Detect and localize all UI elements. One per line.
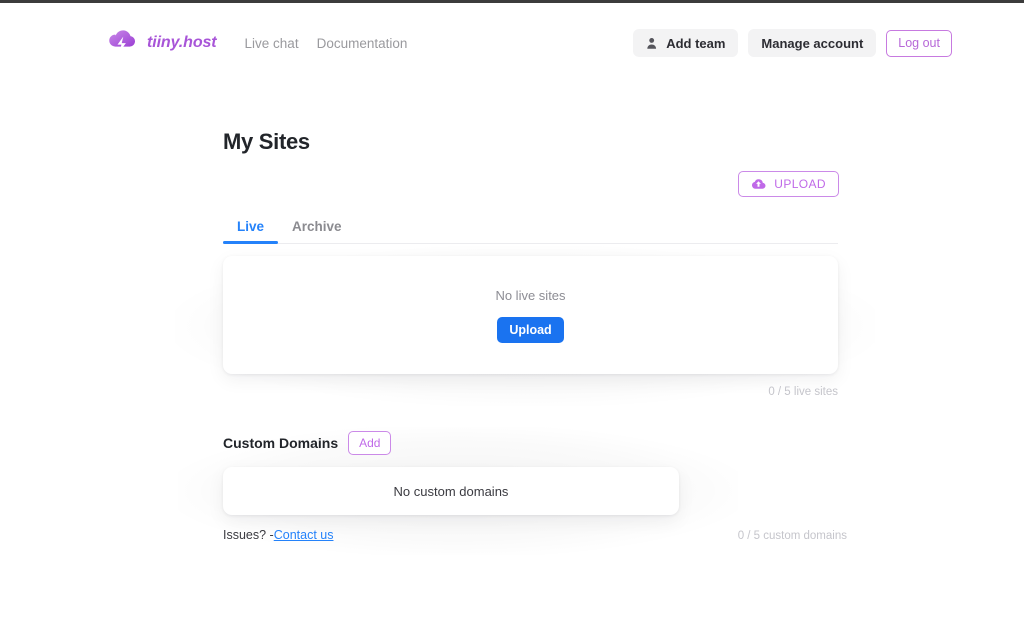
user-icon (646, 37, 659, 50)
add-custom-domain-button[interactable]: Add (348, 431, 392, 455)
brand-logo-link[interactable]: tiiny.host (105, 26, 217, 60)
cloud-upload-icon (751, 177, 766, 192)
upload-button-label: UPLOAD (774, 177, 826, 191)
custom-domains-counter: 0 / 5 custom domains (737, 530, 847, 542)
content-column: My Sites UPLOAD Live Archive No live sit… (175, 129, 875, 555)
custom-domains-footer: Issues? - Contact us 0 / 5 custom domain… (223, 528, 847, 542)
sites-tabs: Live Archive (223, 213, 838, 244)
brand-name: tiiny.host (147, 34, 217, 51)
contact-us-link[interactable]: Contact us (274, 528, 334, 542)
log-out-button[interactable]: Log out (886, 29, 952, 57)
page-title: My Sites (223, 129, 310, 154)
header-nav: Live chat Documentation (245, 36, 408, 51)
add-team-label: Add team (666, 35, 726, 51)
page-body: My Sites UPLOAD Live Archive No live sit… (0, 83, 1024, 555)
site-header: tiiny.host Live chat Documentation Add t… (0, 3, 1024, 83)
custom-domains-card: No custom domains (223, 467, 679, 515)
upload-row: UPLOAD (223, 171, 839, 197)
live-sites-panel: No live sites Upload (175, 246, 875, 406)
manage-account-button[interactable]: Manage account (748, 29, 877, 57)
header-actions: Add team Manage account Log out (633, 29, 952, 57)
custom-domains-empty-message: No custom domains (393, 483, 509, 499)
live-sites-card: No live sites Upload (223, 256, 838, 374)
issues-label: Issues? - (223, 528, 274, 542)
add-team-button[interactable]: Add team (633, 29, 739, 57)
tab-live[interactable]: Live (223, 213, 279, 244)
custom-domains-section: Custom Domains Add No custom domains Iss… (178, 427, 847, 555)
live-sites-meta-row: 0 / 5 live sites (223, 386, 838, 398)
live-sites-counter: 0 / 5 live sites (768, 386, 838, 398)
upload-button-primary[interactable]: UPLOAD (738, 171, 839, 197)
cloud-bolt-icon (105, 26, 139, 60)
custom-domains-title: Custom Domains (223, 435, 339, 451)
live-sites-empty-message: No live sites (495, 287, 566, 303)
nav-link-live-chat[interactable]: Live chat (245, 36, 299, 51)
nav-link-documentation[interactable]: Documentation (317, 36, 408, 51)
app-viewport: tiiny.host Live chat Documentation Add t… (0, 0, 1024, 624)
tab-archive[interactable]: Archive (278, 213, 356, 243)
custom-domains-header: Custom Domains Add (223, 431, 838, 455)
upload-button-empty-state[interactable]: Upload (497, 316, 564, 343)
